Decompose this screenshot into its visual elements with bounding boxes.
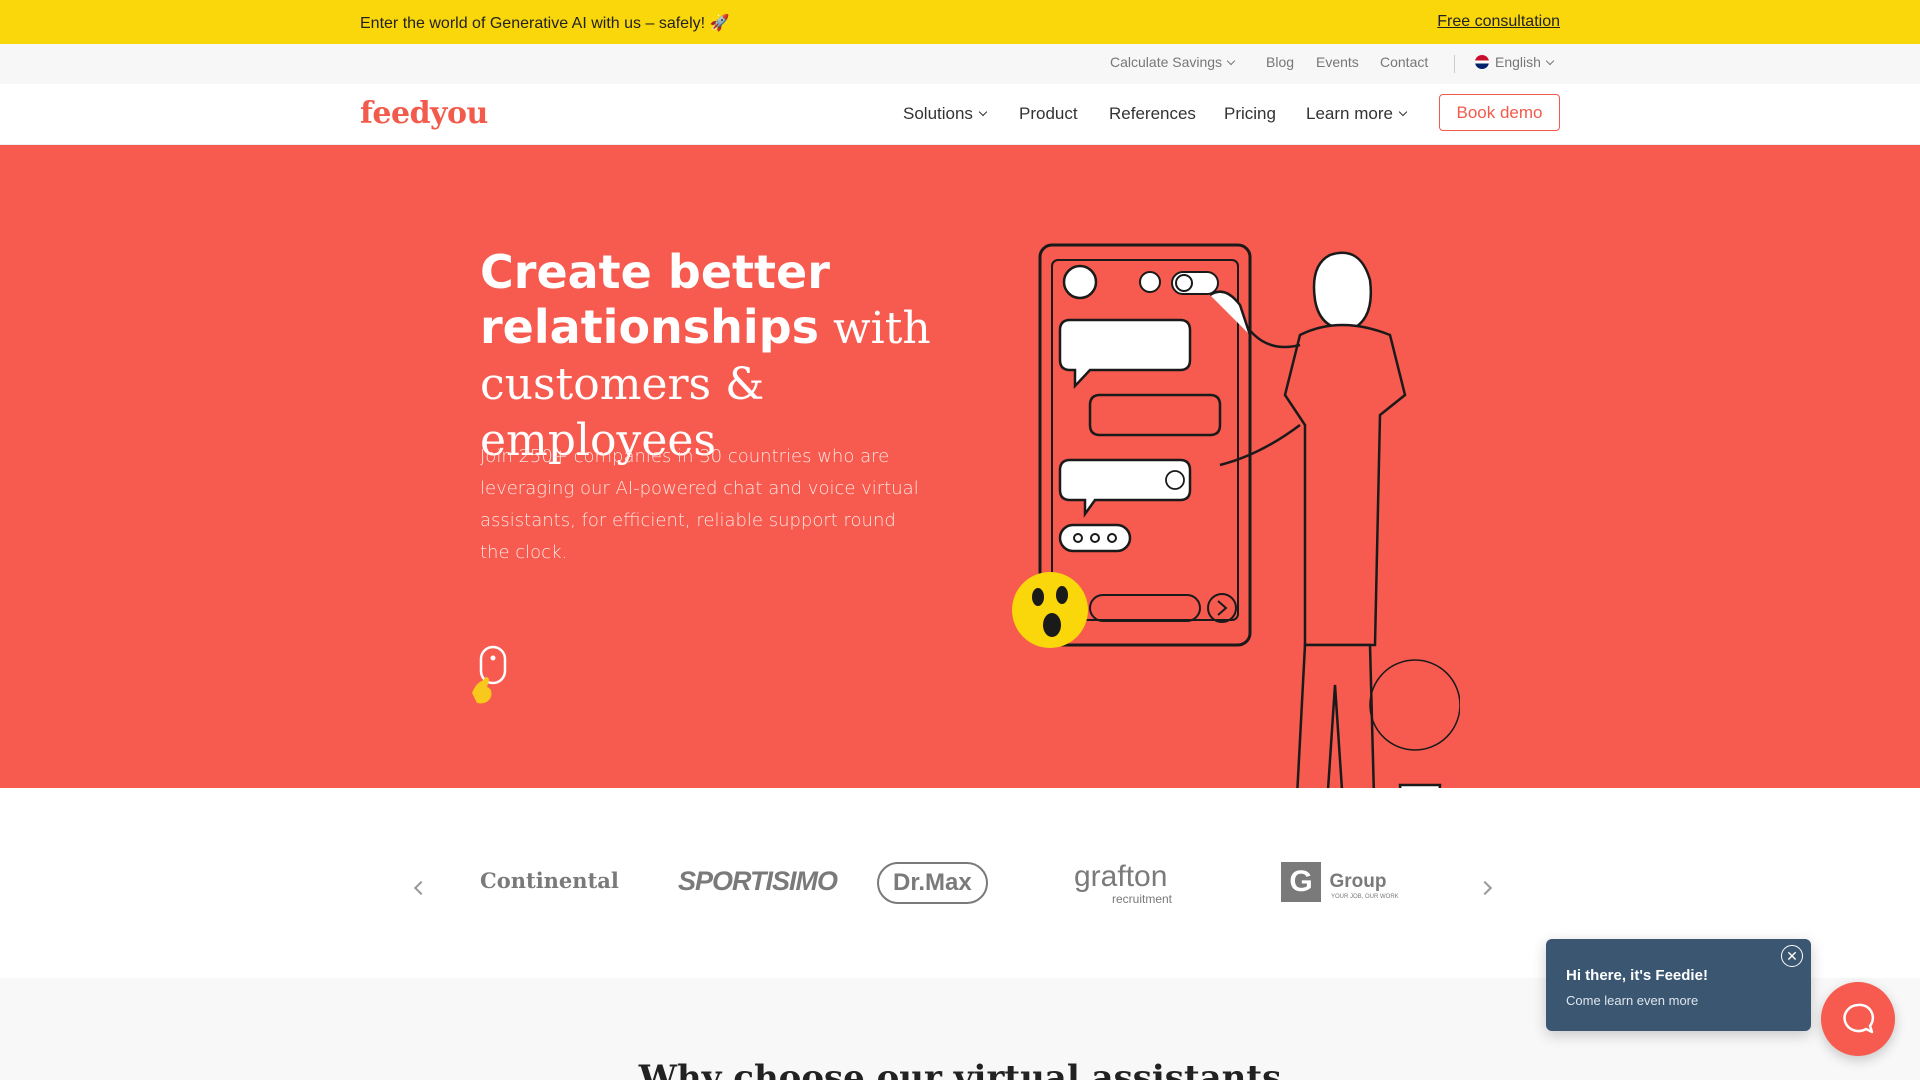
chevron-down-icon	[1545, 56, 1555, 66]
nav-learn-more[interactable]: Learn more	[1306, 104, 1408, 124]
language-selector[interactable]: English	[1475, 54, 1555, 70]
group-tagline: YOUR JOB, OUR WORK	[1331, 894, 1399, 900]
chevron-down-icon	[1226, 56, 1236, 66]
chat-popup[interactable]: ✕ Hi there, it's Feedie! Come learn even…	[1546, 939, 1811, 1031]
continental-logo: Continental	[480, 868, 619, 893]
calculate-savings-menu[interactable]: Calculate Savings	[1110, 54, 1236, 70]
chevron-left-icon[interactable]	[413, 880, 429, 896]
grafton-subtext: recruitment	[1112, 892, 1173, 906]
scroll-mouse-icon[interactable]	[464, 645, 512, 709]
section-title: Why choose our virtual assistants	[638, 1058, 1282, 1080]
hero-illustration	[1012, 243, 1460, 825]
nav-references[interactable]: References	[1109, 104, 1196, 124]
chat-popup-title: Hi there, it's Feedie!	[1566, 967, 1708, 984]
g-group-logo: G Group YOUR JOB, OUR WORK	[1281, 862, 1399, 902]
hero-title: Create better relationships with custome…	[480, 245, 1000, 468]
utility-bar: Calculate Savings Blog Events Contact En…	[0, 44, 1920, 84]
grafton-logo: grafton recruitment	[1074, 860, 1172, 906]
drmax-logo: Dr.Max	[877, 862, 988, 904]
blog-link[interactable]: Blog	[1266, 54, 1294, 70]
chevron-right-icon[interactable]	[1477, 880, 1493, 896]
chat-launcher-button[interactable]	[1821, 982, 1895, 1056]
contact-link[interactable]: Contact	[1380, 54, 1428, 70]
free-consultation-link[interactable]: Free consultation	[1437, 13, 1560, 31]
calculate-savings-label: Calculate Savings	[1110, 54, 1223, 70]
hero-title-serif-1: with	[819, 303, 931, 354]
nav-solutions-label: Solutions	[903, 104, 973, 123]
nav-product[interactable]: Product	[1019, 104, 1078, 124]
language-label: English	[1495, 54, 1541, 70]
close-icon[interactable]: ✕	[1781, 945, 1803, 967]
group-wordmark: Group	[1329, 871, 1387, 892]
nav-learn-more-label: Learn more	[1306, 104, 1393, 123]
chevron-down-icon	[978, 107, 988, 117]
hero-subtitle: Join 250+ companies in 30 countries who …	[480, 446, 919, 563]
book-demo-button[interactable]: Book demo	[1439, 94, 1560, 131]
grafton-wordmark: grafton	[1074, 860, 1168, 893]
hero-title-bold-2: relationships	[480, 300, 820, 354]
nav-solutions[interactable]: Solutions	[903, 104, 988, 124]
g-mark-icon: G	[1281, 862, 1321, 902]
divider	[1454, 55, 1455, 73]
main-navigation: feedyou Solutions Product References Pri…	[0, 84, 1920, 145]
chat-popup-subtitle: Come learn even more	[1566, 993, 1699, 1008]
nav-pricing[interactable]: Pricing	[1224, 104, 1276, 124]
announcement-text: Enter the world of Generative AI with us…	[360, 15, 730, 32]
events-link[interactable]: Events	[1316, 54, 1359, 70]
sportisimo-logo: SPORTISIMO	[678, 866, 838, 896]
chat-bubble-icon	[1843, 1003, 1875, 1034]
announcement-bar: Enter the world of Generative AI with us…	[0, 0, 1920, 44]
uk-flag-icon	[1475, 55, 1489, 69]
hero-title-bold-1: Create better	[480, 245, 830, 299]
hero-section: Create better relationships with custome…	[0, 145, 1920, 825]
chevron-down-icon	[1398, 107, 1408, 117]
feedyou-logo[interactable]: feedyou	[360, 96, 488, 131]
